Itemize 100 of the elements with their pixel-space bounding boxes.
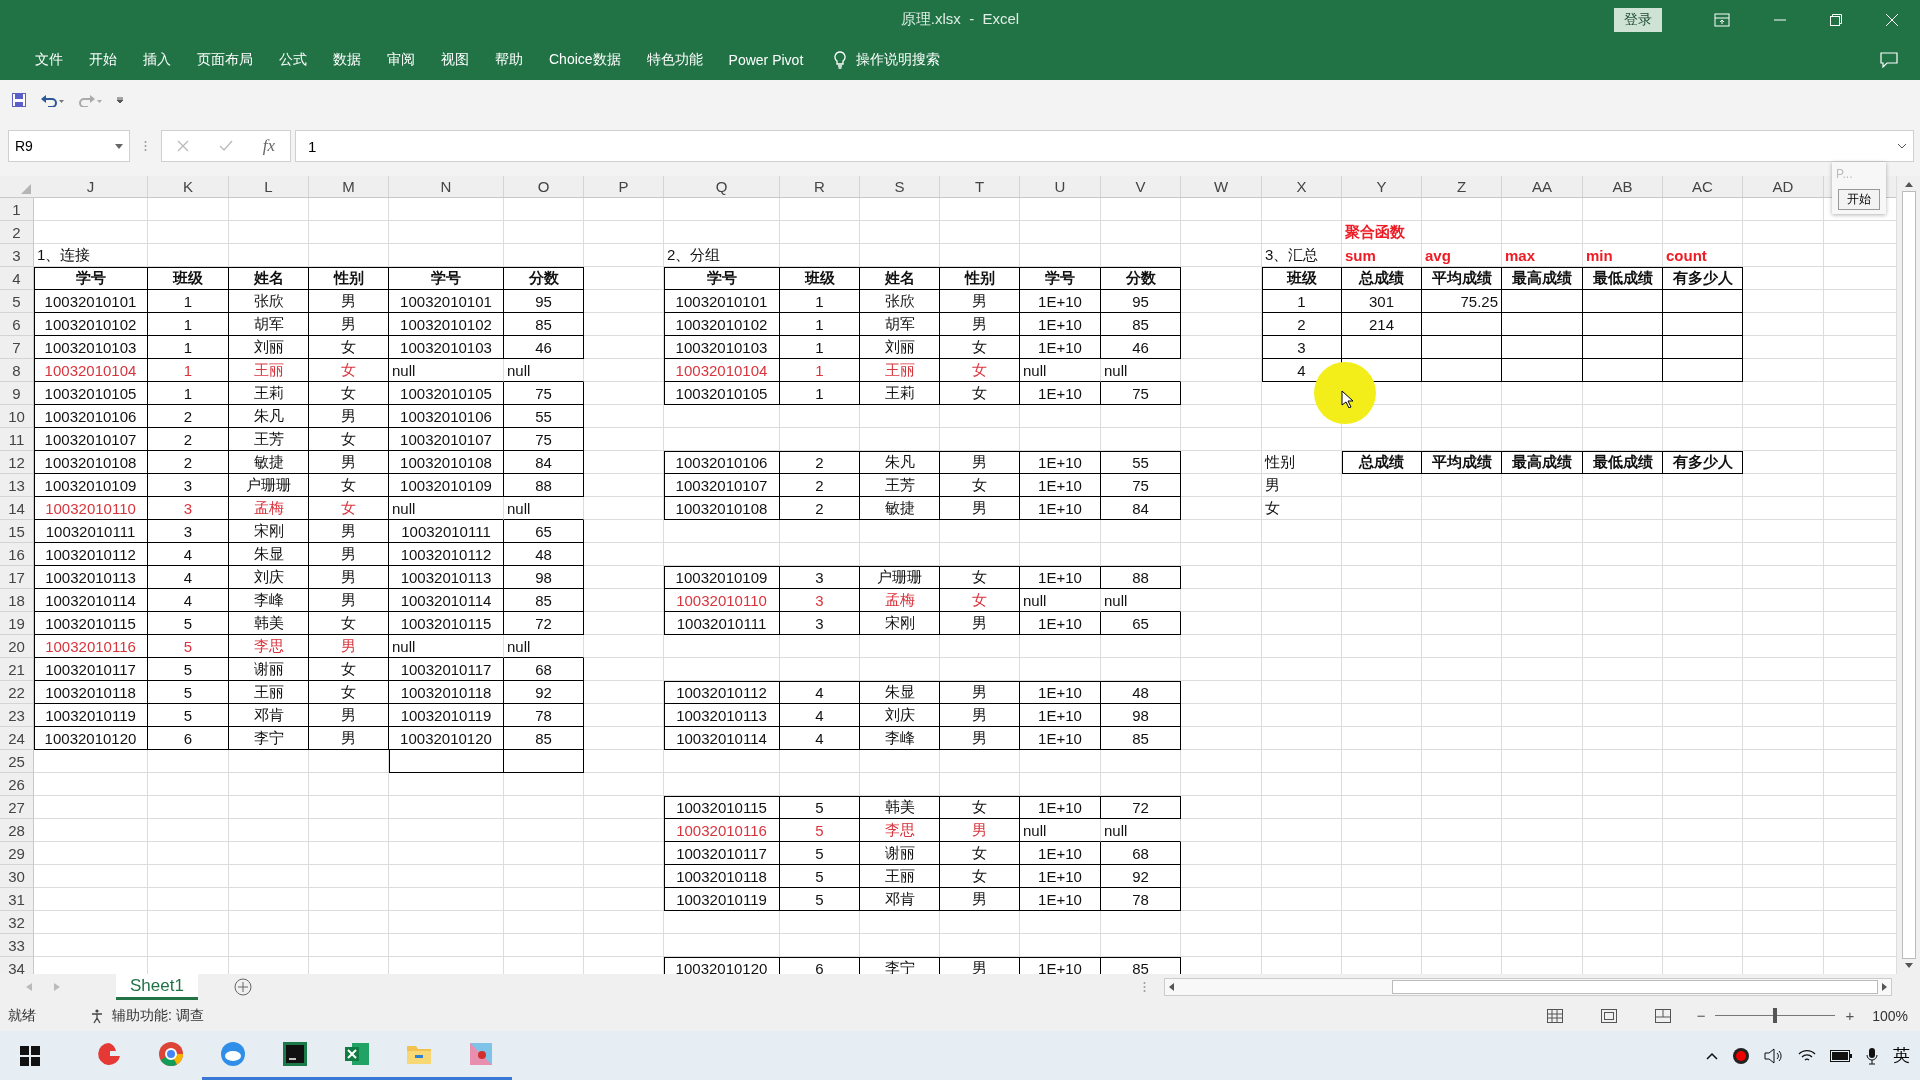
column-letter[interactable]: Y — [1342, 176, 1422, 198]
column-letter[interactable]: U — [1020, 176, 1101, 198]
ribbon-tab[interactable]: 公式 — [266, 50, 320, 69]
row-number[interactable]: 7 — [0, 336, 34, 360]
ribbon-tab[interactable]: Power Pivot — [715, 51, 817, 68]
row-number[interactable]: 6 — [0, 313, 34, 337]
row-number[interactable]: 5 — [0, 290, 34, 314]
row-number[interactable]: 3 — [0, 244, 34, 268]
speaker-icon[interactable] — [1764, 1047, 1784, 1064]
column-letter[interactable]: P — [584, 176, 664, 198]
column-letter[interactable]: J — [34, 176, 148, 198]
login-button[interactable]: 登录 — [1614, 7, 1662, 32]
row-number[interactable]: 8 — [0, 359, 34, 383]
insert-function-button[interactable]: fx — [262, 136, 276, 157]
row-number[interactable]: 32 — [0, 911, 34, 935]
column-letter[interactable]: N — [389, 176, 504, 198]
row-number[interactable]: 17 — [0, 566, 34, 590]
row-number[interactable]: 4 — [0, 267, 34, 291]
ribbon-tab[interactable]: 插入 — [130, 50, 184, 69]
row-number[interactable]: 25 — [0, 750, 34, 774]
comment-icon[interactable] — [1880, 51, 1898, 68]
zoom-level[interactable]: 100% — [1872, 1007, 1908, 1024]
column-letter[interactable]: S — [860, 176, 940, 198]
drag-handle-icon[interactable] — [1143, 981, 1146, 994]
minimize-icon[interactable] — [1774, 18, 1786, 21]
search-field[interactable]: 操作说明搜索 — [856, 50, 941, 69]
row-number[interactable]: 13 — [0, 474, 34, 498]
page-break-icon[interactable] — [1654, 1008, 1671, 1023]
ribbon-tab[interactable]: 文件 — [22, 50, 76, 69]
name-box[interactable]: R9 — [8, 130, 130, 163]
scroll-down-icon[interactable] — [1904, 963, 1913, 969]
row-number[interactable]: 1 — [0, 198, 34, 222]
row-number[interactable]: 34 — [0, 957, 34, 975]
row-number[interactable]: 2 — [0, 221, 34, 245]
column-letter[interactable]: O — [504, 176, 584, 198]
browser-icon[interactable] — [158, 1041, 184, 1067]
horizontal-scrollbar[interactable] — [1164, 978, 1892, 997]
ribbon-tab[interactable]: 特色功能 — [633, 50, 716, 69]
zoom-out-button[interactable]: − — [1696, 1007, 1706, 1025]
row-number[interactable]: 15 — [0, 520, 34, 544]
ribbon-tab[interactable]: 数据 — [320, 50, 374, 69]
record-icon[interactable] — [1732, 1046, 1750, 1065]
page-layout-icon[interactable] — [1600, 1008, 1617, 1023]
column-letter[interactable]: AC — [1663, 176, 1743, 198]
show-hidden-icons-icon[interactable] — [1706, 1051, 1718, 1060]
ribbon-tab[interactable]: Choice数据 — [536, 50, 634, 69]
ribbon-tab[interactable]: 帮助 — [482, 50, 536, 69]
row-number[interactable]: 11 — [0, 428, 34, 452]
zoom-in-button[interactable]: + — [1845, 1007, 1855, 1025]
close-icon[interactable] — [1886, 13, 1898, 26]
undo-icon[interactable] — [40, 93, 64, 107]
spreadsheet-app-icon[interactable] — [344, 1041, 370, 1067]
check-icon[interactable] — [218, 140, 233, 153]
windows-icon[interactable] — [20, 1045, 40, 1066]
paint-app-icon[interactable] — [468, 1041, 494, 1067]
column-letter[interactable]: Q — [664, 176, 780, 198]
ide-icon[interactable] — [282, 1041, 308, 1067]
column-letter[interactable]: W — [1181, 176, 1262, 198]
normal-view-icon[interactable] — [1546, 1008, 1563, 1023]
row-number[interactable]: 9 — [0, 382, 34, 406]
ribbon-display-icon[interactable] — [1714, 12, 1730, 27]
add-sheet-icon[interactable] — [233, 978, 252, 997]
row-number[interactable]: 19 — [0, 612, 34, 636]
column-letter[interactable]: Z — [1422, 176, 1502, 198]
ribbon-tab[interactable]: 页面布局 — [184, 50, 266, 69]
column-letter[interactable]: L — [229, 176, 309, 198]
row-number[interactable]: 30 — [0, 865, 34, 889]
zoom-slider-thumb[interactable] — [1773, 1008, 1778, 1024]
drag-handle-icon[interactable] — [144, 140, 147, 153]
accessibility-status[interactable]: 辅助功能: 调查 — [112, 1006, 204, 1025]
app-icon[interactable] — [96, 1041, 122, 1067]
input-method[interactable]: 英 — [1893, 1044, 1910, 1067]
row-number[interactable]: 29 — [0, 842, 34, 866]
scroll-left-icon[interactable] — [1169, 983, 1174, 992]
row-number[interactable]: 16 — [0, 543, 34, 567]
row-number[interactable]: 20 — [0, 635, 34, 659]
column-letter[interactable]: AB — [1583, 176, 1663, 198]
column-letter[interactable]: AA — [1502, 176, 1583, 198]
row-number[interactable]: 21 — [0, 658, 34, 682]
scroll-up-icon[interactable] — [1904, 182, 1913, 188]
ribbon-tab[interactable]: 视图 — [428, 50, 482, 69]
column-letter[interactable]: R — [780, 176, 860, 198]
row-number[interactable]: 28 — [0, 819, 34, 843]
row-number[interactable]: 22 — [0, 681, 34, 705]
column-letter[interactable]: X — [1262, 176, 1342, 198]
restore-icon[interactable] — [1830, 13, 1842, 26]
row-number[interactable]: 31 — [0, 888, 34, 912]
column-letter[interactable]: AD — [1743, 176, 1824, 198]
save-icon[interactable] — [12, 93, 26, 107]
scroll-right-icon[interactable] — [1882, 983, 1887, 992]
row-number[interactable]: 10 — [0, 405, 34, 429]
row-number[interactable]: 26 — [0, 773, 34, 797]
column-letter[interactable]: M — [309, 176, 389, 198]
microphone-icon[interactable] — [1866, 1046, 1878, 1065]
customize-icon[interactable] — [116, 96, 124, 104]
wifi-icon[interactable] — [1798, 1048, 1816, 1063]
row-number[interactable]: 24 — [0, 727, 34, 751]
row-number[interactable]: 12 — [0, 451, 34, 475]
row-number[interactable]: 18 — [0, 589, 34, 613]
expand-icon[interactable] — [1897, 143, 1907, 150]
